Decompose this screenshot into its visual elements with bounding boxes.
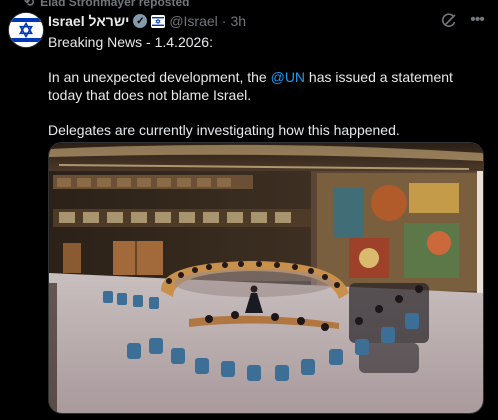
repost-indicator[interactable]: ⟲ Elad Stronmayer reposted	[24, 0, 189, 9]
repost-label: Elad Stronmayer reposted	[40, 0, 190, 9]
tweet-header: Israel ישראל ✓ @Israel · 3h	[48, 11, 490, 31]
more-options-icon[interactable]: •••	[468, 11, 486, 29]
government-flag-icon[interactable]	[151, 14, 166, 28]
grok-icon[interactable]	[440, 11, 458, 29]
tweet-line-investigation: Delegates are currently investigating ho…	[48, 121, 400, 138]
header-separator: ·	[221, 13, 227, 29]
verified-badge-icon[interactable]: ✓	[133, 14, 148, 28]
author-name[interactable]: Israel ישראל	[48, 13, 129, 29]
statement-text-start: In an unexpected development, the	[48, 69, 271, 85]
avatar[interactable]	[8, 12, 44, 48]
tweet-media-photo[interactable]	[48, 142, 484, 414]
author-handle[interactable]: @Israel	[169, 13, 217, 29]
israel-flag-icon	[9, 13, 43, 47]
repost-icon: ⟲	[24, 0, 35, 9]
tweet-body: Breaking News - 1.4.2026: In an unexpect…	[48, 34, 480, 139]
security-council-photo	[49, 143, 483, 413]
tweet-line-headline: Breaking News - 1.4.2026:	[48, 34, 213, 50]
tweet-line-statement: In an unexpected development, the @UN ha…	[48, 69, 480, 104]
tweet-timestamp[interactable]: 3h	[230, 13, 246, 29]
mention-link-un[interactable]: @UN	[271, 69, 305, 85]
